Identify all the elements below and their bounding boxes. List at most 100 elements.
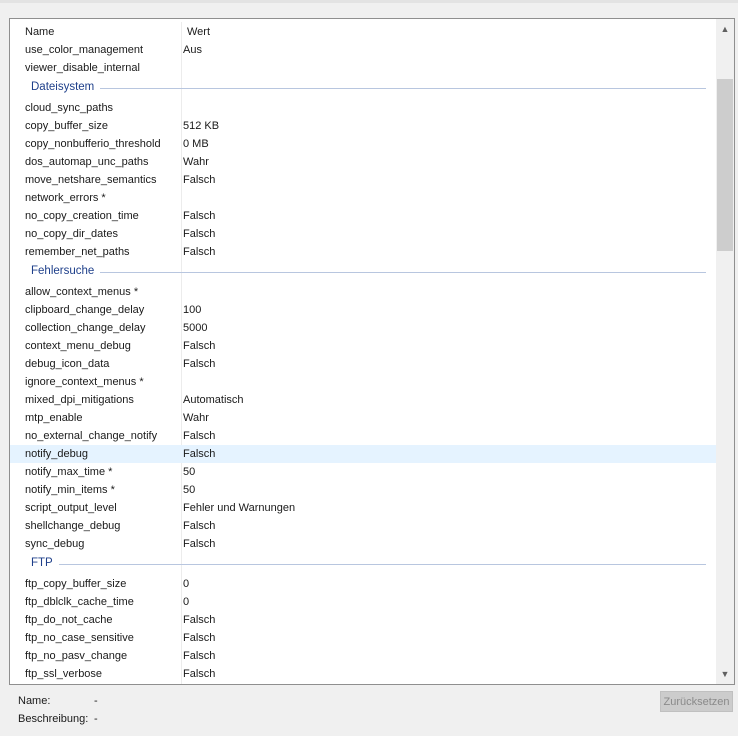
group-header[interactable]: FTP [10, 554, 716, 574]
setting-name: remember_net_paths [25, 246, 130, 258]
setting-value[interactable]: Falsch [183, 246, 215, 258]
setting-value[interactable]: Falsch [183, 358, 215, 370]
setting-value[interactable]: 512 KB [183, 120, 219, 132]
table-row[interactable]: ftp_copy_buffer_size 0 [10, 575, 716, 593]
setting-value[interactable]: Falsch [183, 538, 215, 550]
setting-name: use_color_management [25, 44, 144, 56]
table-row[interactable]: ignore_context_menus * [10, 373, 716, 391]
table-row[interactable]: notify_debug Falsch [10, 445, 716, 463]
table-row[interactable]: remember_net_paths Falsch [10, 243, 716, 261]
setting-name: mixed_dpi_mitigations [25, 394, 134, 406]
table-row[interactable]: no_external_change_notify Falsch [10, 427, 716, 445]
table-row[interactable]: ftp_dblclk_cache_time 0 [10, 593, 716, 611]
table-row[interactable]: allow_context_menus * [10, 283, 716, 301]
setting-value[interactable]: 0 [183, 596, 189, 608]
chevron-down-icon[interactable]: ▼ [716, 666, 734, 682]
setting-value[interactable]: Falsch [183, 174, 215, 186]
setting-value[interactable]: 0 [183, 578, 189, 590]
setting-value[interactable]: Falsch [183, 668, 215, 680]
setting-value[interactable]: Falsch [183, 430, 215, 442]
setting-value[interactable]: 5000 [183, 322, 207, 334]
table-row[interactable]: collection_change_delay 5000 [10, 319, 716, 337]
setting-value[interactable]: Fehler und Warnungen [183, 502, 295, 514]
setting-name: notify_min_items * [25, 484, 115, 496]
setting-name: ftp_ssl_verbose [25, 668, 103, 680]
table-row[interactable]: ftp_do_not_cache Falsch [10, 611, 716, 629]
table-row[interactable]: viewer_disable_internal [10, 59, 716, 77]
settings-list-panel: Name Wert use_color_management Aus viewer_… [9, 18, 735, 685]
setting-value[interactable]: Falsch [183, 650, 215, 662]
setting-name: no_copy_creation_time [25, 210, 139, 222]
setting-value[interactable]: Falsch [183, 228, 215, 240]
table-row[interactable]: mtp_enable Wahr [10, 409, 716, 427]
setting-value[interactable]: Falsch [183, 210, 215, 222]
table-row[interactable]: ftp_no_case_sensitive Falsch [10, 629, 716, 647]
description-label: Beschreibung: [18, 713, 89, 725]
column-header-name[interactable]: Name [25, 26, 54, 38]
setting-value[interactable]: 0 MB [183, 138, 209, 150]
name-value: - [94, 695, 98, 707]
table-row[interactable]: ftp_no_pasv_change Falsch [10, 647, 716, 665]
scrollbar-thumb[interactable] [717, 79, 733, 251]
table-row[interactable]: shellchange_debug Falsch [10, 517, 716, 535]
setting-name: shellchange_debug [25, 520, 121, 532]
setting-value[interactable]: 100 [183, 304, 201, 316]
table-row[interactable]: cloud_sync_paths [10, 99, 716, 117]
table-row[interactable]: ftp_ssl_verbose Falsch [10, 665, 716, 683]
setting-value[interactable]: Wahr [183, 412, 209, 424]
column-header: Name Wert [10, 25, 716, 41]
table-row[interactable]: use_color_management Aus [10, 41, 716, 59]
left-edge [0, 3, 9, 736]
column-header-value[interactable]: Wert [187, 26, 210, 38]
setting-name: sync_debug [25, 538, 85, 550]
table-row[interactable]: no_copy_dir_dates Falsch [10, 225, 716, 243]
setting-value[interactable]: Automatisch [183, 394, 244, 406]
setting-name: script_output_level [25, 502, 117, 514]
group-divider [31, 564, 706, 565]
setting-name: ftp_no_pasv_change [25, 650, 128, 662]
table-row[interactable]: network_errors * [10, 189, 716, 207]
group-divider [31, 88, 706, 89]
reset-button[interactable]: Zurücksetzen [660, 691, 733, 712]
setting-name: network_errors * [25, 192, 106, 204]
setting-value[interactable]: 50 [183, 466, 195, 478]
group-header[interactable]: Fehlersuche [10, 262, 716, 282]
setting-value[interactable]: Wahr [183, 156, 209, 168]
group-title: Fehlersuche [31, 265, 101, 277]
setting-name: clipboard_change_delay [25, 304, 145, 316]
setting-value[interactable]: 50 [183, 484, 195, 496]
setting-value[interactable]: Falsch [183, 520, 215, 532]
table-row[interactable]: script_output_level Fehler und Warnungen [10, 499, 716, 517]
chevron-up-icon[interactable]: ▲ [716, 21, 734, 37]
table-row[interactable]: debug_icon_data Falsch [10, 355, 716, 373]
setting-value[interactable]: Falsch [183, 340, 215, 352]
setting-name: mtp_enable [25, 412, 83, 424]
setting-value[interactable]: Aus [183, 44, 202, 56]
table-row[interactable]: clipboard_change_delay 100 [10, 301, 716, 319]
table-row[interactable]: mixed_dpi_mitigations Automatisch [10, 391, 716, 409]
group-header[interactable]: Dateisystem [10, 78, 716, 98]
table-row[interactable]: move_netshare_semantics Falsch [10, 171, 716, 189]
setting-name: cloud_sync_paths [25, 102, 114, 114]
setting-value[interactable]: Falsch [183, 632, 215, 644]
vertical-scrollbar[interactable]: ▲ ▼ [716, 19, 734, 684]
setting-name: collection_change_delay [25, 322, 146, 334]
name-label: Name: [18, 695, 51, 707]
table-row[interactable]: context_menu_debug Falsch [10, 337, 716, 355]
setting-name: ftp_no_case_sensitive [25, 632, 134, 644]
setting-name: move_netshare_semantics [25, 174, 157, 186]
table-row[interactable]: notify_min_items * 50 [10, 481, 716, 499]
setting-name: notify_debug [25, 448, 88, 460]
setting-value[interactable]: Falsch [183, 614, 215, 626]
table-row[interactable]: notify_max_time * 50 [10, 463, 716, 481]
table-row[interactable]: copy_buffer_size 512 KB [10, 117, 716, 135]
setting-name: no_copy_dir_dates [25, 228, 118, 240]
table-row[interactable]: dos_automap_unc_paths Wahr [10, 153, 716, 171]
setting-name: ftp_do_not_cache [25, 614, 113, 626]
table-row[interactable]: no_copy_creation_time Falsch [10, 207, 716, 225]
setting-name: debug_icon_data [25, 358, 110, 370]
table-row[interactable]: sync_debug Falsch [10, 535, 716, 553]
setting-value[interactable]: Falsch [183, 448, 215, 460]
table-row[interactable]: copy_nonbufferio_threshold 0 MB [10, 135, 716, 153]
setting-name: ftp_copy_buffer_size [25, 578, 127, 590]
